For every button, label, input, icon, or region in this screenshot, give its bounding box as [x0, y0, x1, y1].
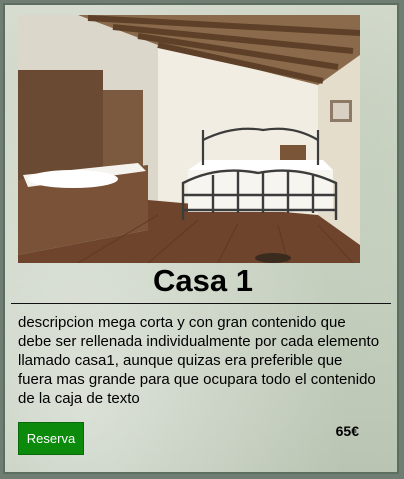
bedroom-image [18, 15, 360, 263]
price-label: 65€ [335, 423, 359, 439]
house-card: Casa 1 descripcion mega corta y con gran… [3, 3, 399, 474]
reserve-button[interactable]: Reserva [18, 422, 84, 455]
title-divider [11, 303, 391, 304]
house-photo [18, 15, 360, 263]
house-title: Casa 1 [153, 263, 253, 298]
house-description: descripcion mega corta y con gran conten… [18, 314, 380, 407]
